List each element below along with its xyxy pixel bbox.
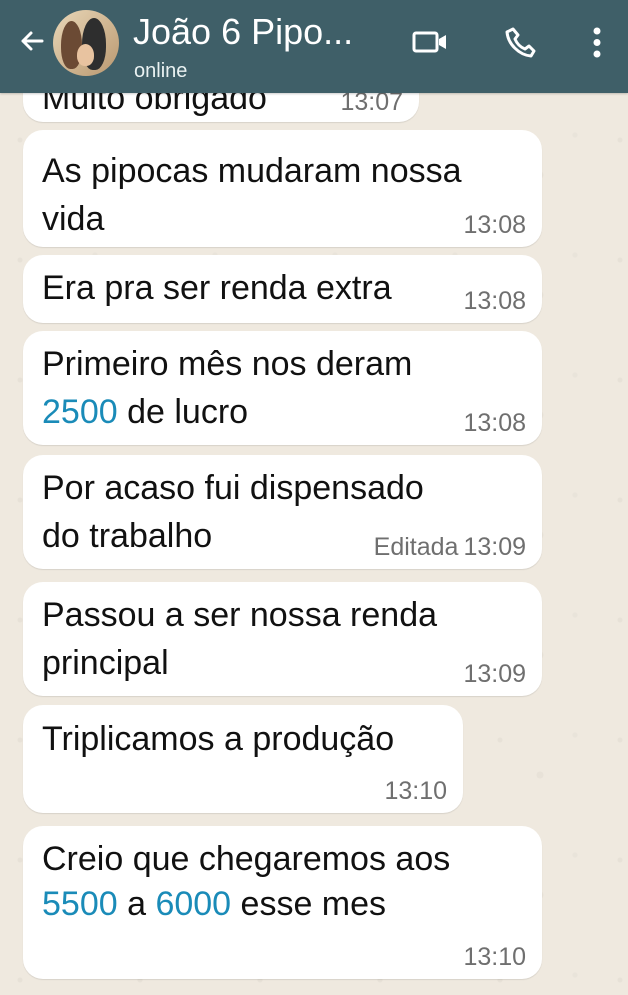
message-text-line-1: Por acaso fui dispensado xyxy=(42,469,424,507)
message-bubble[interactable]: Era pra ser renda extra 13:08 xyxy=(23,255,542,323)
goal-number-low: 5500 xyxy=(42,885,118,923)
message-text-line-2: 2500 de lucro xyxy=(42,388,248,436)
message-time: 13:10 xyxy=(384,777,447,805)
message-text-segment: esse mes xyxy=(231,885,387,923)
message-meta: Editada 13:09 xyxy=(374,533,526,561)
contact-avatar[interactable] xyxy=(53,10,119,76)
message-bubble[interactable]: Por acaso fui dispensado do trabalho Edi… xyxy=(23,455,542,569)
message-bubble[interactable]: Triplicamos a produção 13:10 xyxy=(23,705,463,813)
message-bubble[interactable]: Primeiro mês nos deram 2500 de lucro 13:… xyxy=(23,331,542,445)
more-options-icon[interactable] xyxy=(580,23,614,61)
back-arrow-icon[interactable] xyxy=(14,24,48,58)
message-text-segment: de lucro xyxy=(117,393,249,431)
phone-call-icon[interactable] xyxy=(501,23,539,61)
edited-label: Editada xyxy=(373,533,459,561)
message-bubble[interactable]: Passou a ser nossa renda principal 13:09 xyxy=(23,582,542,696)
video-call-icon[interactable] xyxy=(411,23,449,61)
message-text: Triplicamos a produção xyxy=(42,720,395,758)
message-text-line-1: Primeiro mês nos deram xyxy=(42,345,413,383)
chat-header: João 6 Pipo... online xyxy=(0,0,628,93)
message-text-line-2: do trabalho xyxy=(42,517,213,555)
message-text-line-2: vida xyxy=(42,200,105,238)
message-time: 13:09 xyxy=(463,533,526,561)
message-text-line-1: Creio que chegaremos aos xyxy=(42,840,451,878)
message-text-line-2: 5500 a 6000 esse mes xyxy=(42,880,386,928)
message-time: 13:08 xyxy=(463,287,526,315)
goal-number-high: 6000 xyxy=(155,885,232,923)
message-time: 13:10 xyxy=(463,943,526,971)
message-text-line-1: As pipocas mudaram nossa xyxy=(42,152,462,190)
message-time: 13:09 xyxy=(463,660,526,688)
avatar-child-icon xyxy=(77,44,94,66)
message-bubble[interactable]: As pipocas mudaram nossa vida 13:08 xyxy=(23,130,542,247)
message-text-line-1: Passou a ser nossa renda xyxy=(42,596,438,634)
message-text-line-2: principal xyxy=(42,644,169,682)
message-text-segment: a xyxy=(117,885,156,923)
contact-name[interactable]: João 6 Pipo... xyxy=(133,12,353,52)
message-time: 13:08 xyxy=(463,211,526,239)
message-bubble[interactable]: Creio que chegaremos aos 5500 a 6000 ess… xyxy=(23,826,542,979)
contact-status: online xyxy=(134,60,188,82)
profit-number: 2500 xyxy=(42,393,118,431)
message-text: Era pra ser renda extra xyxy=(42,269,392,307)
message-time: 13:08 xyxy=(463,409,526,437)
